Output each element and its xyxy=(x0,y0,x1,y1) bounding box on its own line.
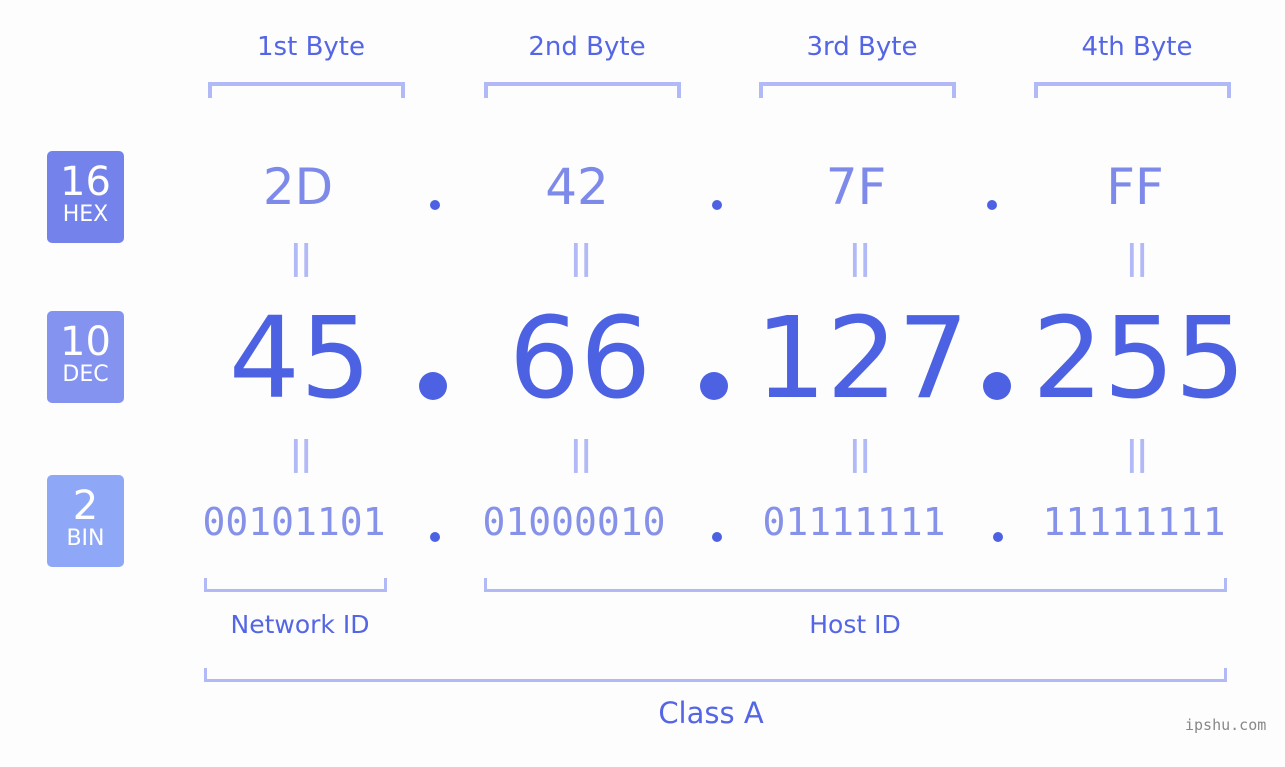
byte-bracket-4 xyxy=(1034,82,1231,98)
hex-badge: 16 HEX xyxy=(47,151,124,243)
equals-sign: || xyxy=(1125,434,1149,474)
dec-dot-3 xyxy=(983,372,1011,400)
dec-value-3: 127 xyxy=(755,294,969,424)
byte-bracket-3 xyxy=(759,82,956,98)
byte-label-1: 1st Byte xyxy=(257,32,365,62)
equals-sign: || xyxy=(848,238,872,278)
hex-dot-3 xyxy=(987,200,997,210)
byte-bracket-2 xyxy=(484,82,681,98)
network-id-label: Network ID xyxy=(230,610,370,639)
dec-value-2: 66 xyxy=(508,294,652,424)
class-bracket xyxy=(204,668,1227,682)
equals-sign: || xyxy=(289,434,313,474)
watermark: ipshu.com xyxy=(1185,716,1267,734)
class-label: Class A xyxy=(658,696,764,730)
host-id-label: Host ID xyxy=(809,610,901,639)
byte-label-3: 3rd Byte xyxy=(806,32,918,62)
bin-value-2: 01000010 xyxy=(482,500,666,544)
bin-value-3: 01111111 xyxy=(762,500,946,544)
dec-value-1: 45 xyxy=(228,294,372,424)
dec-dot-1 xyxy=(419,372,447,400)
bin-badge-label: BIN xyxy=(66,526,105,551)
bin-badge-number: 2 xyxy=(72,483,99,529)
hex-badge-label: HEX xyxy=(62,202,109,227)
hex-value-4: FF xyxy=(1106,158,1164,216)
bin-badge: 2 BIN xyxy=(47,475,124,567)
bin-value-4: 11111111 xyxy=(1042,500,1226,544)
dec-badge: 10 DEC xyxy=(47,311,124,403)
bin-dot-1 xyxy=(430,532,440,542)
hex-dot-1 xyxy=(430,200,440,210)
hex-value-3: 7F xyxy=(825,158,887,216)
equals-sign: || xyxy=(848,434,872,474)
network-id-bracket xyxy=(204,578,387,592)
equals-sign: || xyxy=(289,238,313,278)
equals-sign: || xyxy=(569,434,593,474)
dec-badge-label: DEC xyxy=(62,362,109,387)
byte-label-4: 4th Byte xyxy=(1081,32,1193,62)
bin-value-1: 00101101 xyxy=(202,500,386,544)
dec-value-4: 255 xyxy=(1032,294,1246,424)
byte-bracket-1 xyxy=(208,82,405,98)
byte-label-2: 2nd Byte xyxy=(528,32,646,62)
hex-value-1: 2D xyxy=(262,158,334,216)
hex-value-2: 42 xyxy=(545,158,609,216)
dec-badge-number: 10 xyxy=(60,319,111,365)
host-id-bracket xyxy=(484,578,1227,592)
bin-dot-2 xyxy=(712,532,722,542)
equals-sign: || xyxy=(569,238,593,278)
hex-badge-number: 16 xyxy=(60,159,111,205)
dec-dot-2 xyxy=(700,372,728,400)
hex-dot-2 xyxy=(712,200,722,210)
bin-dot-3 xyxy=(993,532,1003,542)
equals-sign: || xyxy=(1125,238,1149,278)
